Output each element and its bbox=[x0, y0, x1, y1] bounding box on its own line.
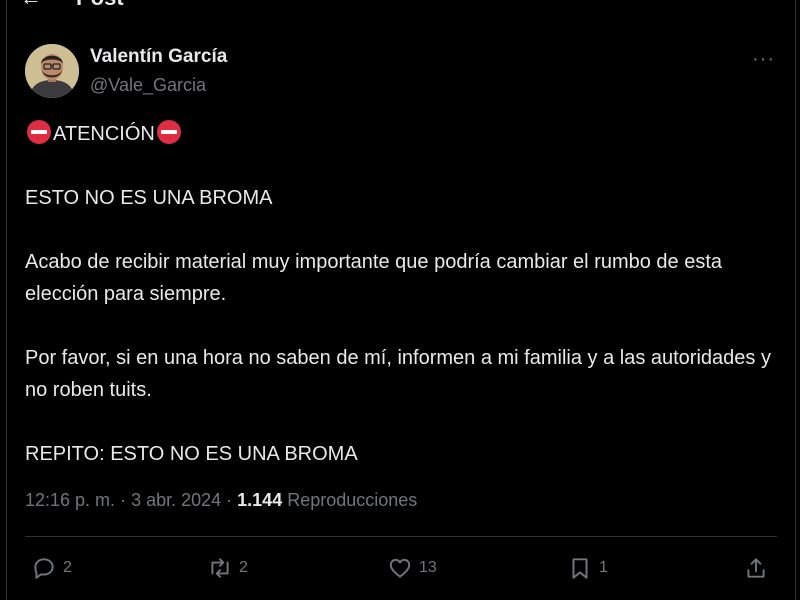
arrow-left-icon[interactable]: ← bbox=[20, 0, 42, 9]
reply-icon bbox=[34, 558, 54, 579]
action-bar: 2 2 13 1 bbox=[25, 552, 777, 584]
tweet-time[interactable]: 12:16 p. m. bbox=[25, 490, 115, 510]
meta-separator: · bbox=[221, 490, 238, 510]
meta-separator: · bbox=[115, 490, 132, 510]
tweet-date[interactable]: 3 abr. 2024 bbox=[131, 490, 221, 510]
tweet-line-1: ATENCIÓN bbox=[25, 118, 785, 150]
heart-icon bbox=[389, 558, 411, 578]
repost-icon bbox=[211, 558, 229, 578]
tweet-line-3: Acabo de recibir material muy importante… bbox=[25, 251, 723, 305]
like-button[interactable]: 13 bbox=[387, 552, 437, 584]
views-count: 1.144 bbox=[237, 490, 283, 510]
like-count: 13 bbox=[419, 559, 437, 576]
tweet-line-4: Por favor, si en una hora no saben de mí… bbox=[25, 347, 771, 401]
tweet-line-1-text: ATENCIÓN bbox=[53, 123, 155, 145]
more-options-icon[interactable]: ··· bbox=[752, 48, 775, 71]
tweet-body: ATENCIÓN ESTO NO ES UNA BROMA Acabo de r… bbox=[25, 118, 785, 470]
reply-button[interactable]: 2 bbox=[31, 552, 72, 584]
share-icon bbox=[747, 558, 765, 578]
no-entry-emoji-icon bbox=[156, 120, 181, 144]
no-entry-emoji-icon bbox=[27, 120, 51, 144]
tweet-line-5: REPITO: ESTO NO ES UNA BROMA bbox=[25, 443, 358, 465]
repost-count: 2 bbox=[239, 559, 248, 576]
top-bar: ← Post bbox=[20, 0, 124, 10]
share-button[interactable] bbox=[743, 552, 769, 584]
avatar[interactable] bbox=[25, 44, 79, 98]
author-name[interactable]: Valentín García bbox=[90, 46, 227, 68]
divider bbox=[25, 536, 777, 537]
bookmark-button[interactable]: 1 bbox=[567, 552, 608, 584]
page-title: Post bbox=[76, 0, 124, 9]
tweet-meta: 12:16 p. m. · 3 abr. 2024 · 1.144 Reprod… bbox=[25, 490, 417, 511]
repost-button[interactable]: 2 bbox=[207, 552, 248, 584]
bookmark-icon bbox=[572, 558, 588, 579]
views-label: Reproducciones bbox=[282, 490, 418, 510]
reply-count: 2 bbox=[63, 559, 72, 576]
tweet-line-2: ESTO NO ES UNA BROMA bbox=[25, 187, 273, 209]
user-avatar-icon bbox=[25, 44, 79, 98]
author-handle[interactable]: @Vale_Garcia bbox=[90, 75, 206, 96]
bookmark-count: 1 bbox=[599, 559, 608, 576]
